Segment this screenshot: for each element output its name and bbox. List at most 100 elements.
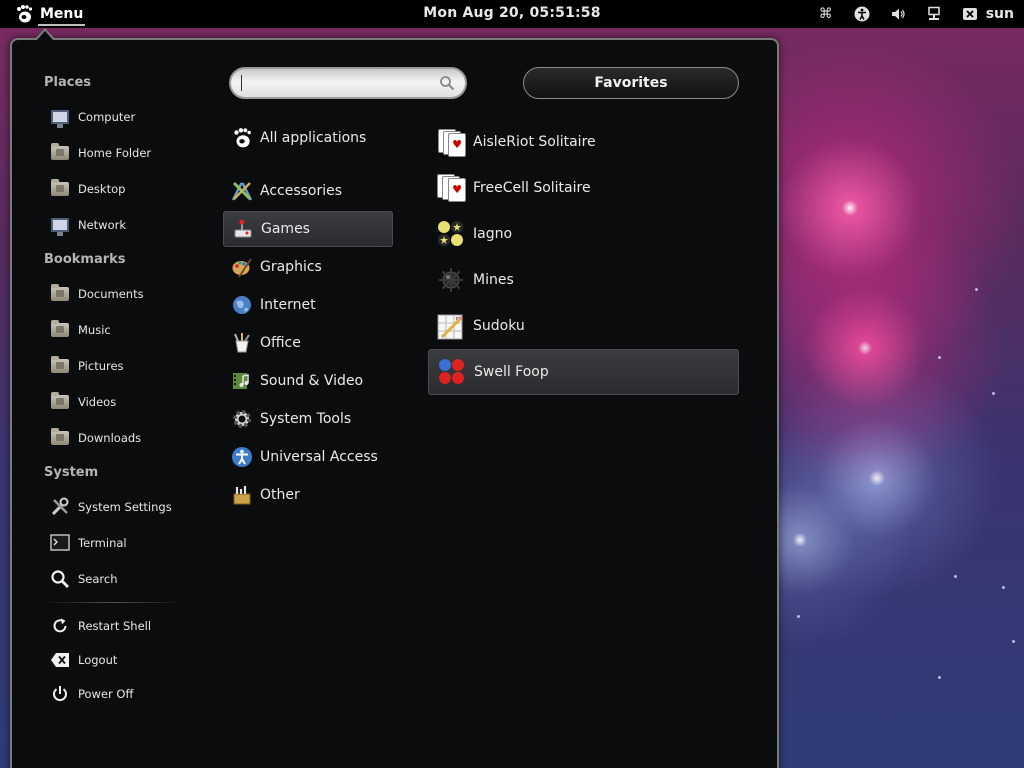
app-sudoku[interactable]: 9 Sudoku — [428, 303, 739, 349]
star-sparkle — [975, 288, 978, 291]
volume-icon[interactable] — [890, 6, 906, 22]
category-graphics[interactable]: Graphics — [223, 249, 393, 285]
search-input[interactable] — [244, 75, 439, 91]
bookmark-pictures[interactable]: Pictures — [50, 353, 124, 379]
bookmark-music[interactable]: Music — [50, 317, 111, 343]
aisleriot-icon: ♥ — [436, 127, 466, 157]
session-label: Restart Shell — [78, 619, 152, 633]
star-sparkle — [1002, 586, 1005, 589]
bookmark-videos[interactable]: Videos — [50, 389, 116, 415]
search-item[interactable]: Search — [50, 566, 118, 592]
place-computer[interactable]: Computer — [50, 104, 135, 130]
logout-item[interactable]: Logout — [50, 647, 117, 673]
category-office[interactable]: Office — [223, 325, 393, 361]
text-cursor — [241, 75, 242, 91]
bookmark-downloads[interactable]: Downloads — [50, 425, 141, 451]
star-sparkle — [954, 575, 957, 578]
restart-icon — [50, 616, 70, 636]
app-freecell-solitaire[interactable]: ♥ FreeCell Solitaire — [428, 165, 739, 211]
category-label: Accessories — [260, 183, 343, 199]
favorites-button[interactable]: Favorites — [523, 67, 739, 99]
category-label: Internet — [260, 297, 316, 313]
search-icon — [50, 569, 70, 589]
mines-icon — [436, 265, 466, 295]
system-label: Search — [78, 572, 118, 586]
network-icon[interactable] — [926, 6, 942, 22]
sudoku-icon: 9 — [436, 311, 466, 341]
category-accessories[interactable]: Accessories — [223, 173, 393, 209]
bookmark-label: Pictures — [78, 359, 124, 373]
category-label: System Tools — [260, 411, 352, 427]
universal-access-icon — [231, 446, 253, 468]
settings-icon — [50, 497, 70, 517]
category-sound-video[interactable]: Sound & Video — [223, 363, 393, 399]
app-mines[interactable]: Mines — [428, 257, 739, 303]
app-label: Sudoku — [473, 318, 525, 334]
other-icon — [231, 484, 253, 506]
top-bar: Menu Mon Aug 20, 05:51:58 ⌘ sun — [0, 0, 1024, 28]
downloads-folder-icon — [50, 428, 70, 448]
star-sparkle — [938, 676, 941, 679]
search-icon — [440, 76, 455, 91]
keyboard-icon[interactable]: ⌘ — [818, 6, 834, 22]
category-label: All applications — [260, 130, 367, 146]
games-icon — [232, 218, 254, 240]
app-swell-foop[interactable]: Swell Foop — [428, 349, 739, 395]
system-tools-icon — [231, 408, 253, 430]
iagno-icon — [436, 219, 466, 249]
category-system-tools[interactable]: System Tools — [223, 401, 393, 437]
category-label: Games — [261, 221, 310, 237]
session-label: Power Off — [78, 687, 134, 701]
restart-shell-item[interactable]: Restart Shell — [50, 613, 151, 639]
category-universal-access[interactable]: Universal Access — [223, 439, 393, 475]
category-label: Sound & Video — [260, 373, 364, 389]
user-offline-icon[interactable] — [962, 6, 978, 22]
place-label: Desktop — [78, 182, 126, 196]
pictures-folder-icon — [50, 356, 70, 376]
internet-icon — [231, 294, 253, 316]
category-internet[interactable]: Internet — [223, 287, 393, 323]
swell-foop-icon — [437, 357, 467, 387]
category-label: Office — [260, 335, 301, 351]
graphics-icon — [231, 256, 253, 278]
place-network[interactable]: Network — [50, 212, 126, 238]
category-label: Graphics — [260, 259, 322, 275]
category-games[interactable]: Games — [223, 211, 393, 247]
app-label: AisleRiot Solitaire — [473, 134, 596, 150]
place-home-folder[interactable]: Home Folder — [50, 140, 151, 166]
place-desktop[interactable]: Desktop — [50, 176, 125, 202]
terminal-item[interactable]: Terminal — [50, 530, 127, 556]
search-field[interactable] — [229, 67, 467, 99]
user-name[interactable]: sun — [986, 6, 1014, 22]
place-label: Network — [78, 218, 127, 232]
app-aisleriot-solitaire[interactable]: ♥ AisleRiot Solitaire — [428, 119, 739, 165]
place-label: Home Folder — [78, 146, 152, 160]
system-label: System Settings — [78, 500, 172, 514]
menu-pointer-fill — [37, 31, 53, 40]
power-off-item[interactable]: Power Off — [50, 681, 133, 707]
app-label: FreeCell Solitaire — [473, 180, 591, 196]
system-label: Terminal — [78, 536, 127, 550]
app-iagno[interactable]: Iagno — [428, 211, 739, 257]
menu-active-indicator — [38, 24, 86, 26]
freecell-icon: ♥ — [436, 173, 466, 203]
session-label: Logout — [78, 653, 118, 667]
bookmark-documents[interactable]: Documents — [50, 281, 144, 307]
place-label: Computer — [78, 110, 136, 124]
accessibility-icon[interactable] — [854, 6, 870, 22]
system-title: System — [44, 465, 99, 480]
category-label: Other — [260, 487, 300, 503]
system-settings-item[interactable]: System Settings — [50, 494, 172, 520]
desktop-folder-icon — [50, 179, 70, 199]
app-label: Iagno — [473, 226, 513, 242]
category-all-applications[interactable]: All applications — [223, 120, 393, 156]
category-label: Universal Access — [260, 449, 378, 465]
app-label: Swell Foop — [474, 364, 549, 380]
star-sparkle — [797, 615, 800, 618]
terminal-icon — [50, 533, 70, 553]
sound-video-icon — [231, 370, 253, 392]
category-other[interactable]: Other — [223, 477, 393, 513]
places-title: Places — [44, 75, 92, 90]
bookmark-label: Music — [78, 323, 111, 337]
power-icon — [50, 684, 70, 704]
